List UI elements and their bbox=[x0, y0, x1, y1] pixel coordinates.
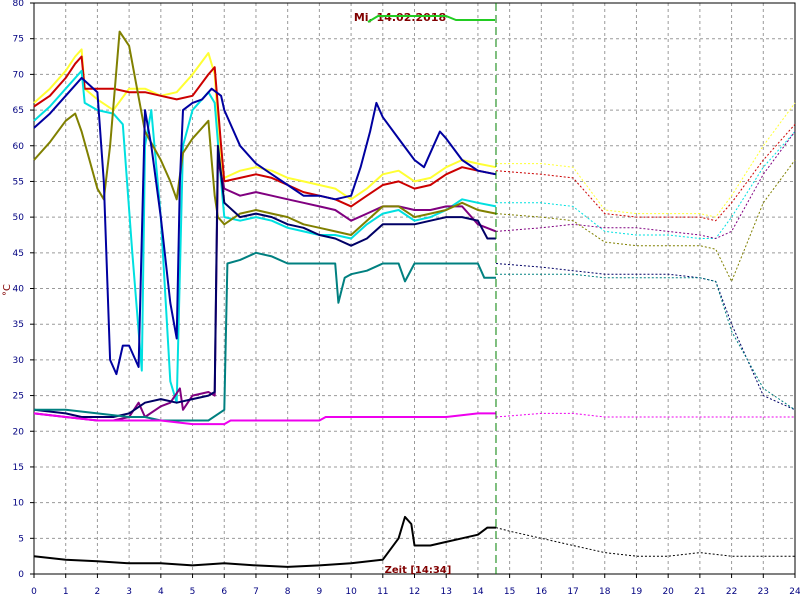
time-label: Zeit [14:34] bbox=[385, 565, 452, 576]
x-tick-label: 11 bbox=[377, 587, 388, 597]
x-tick-label: 24 bbox=[789, 587, 800, 597]
y-tick-label: 80 bbox=[13, 0, 25, 9]
y-tick-label: 75 bbox=[13, 35, 24, 45]
x-tick-label: 15 bbox=[504, 587, 515, 597]
y-tick-label: 5 bbox=[18, 534, 24, 544]
x-tick-label: 18 bbox=[599, 587, 611, 597]
x-tick-label: 0 bbox=[31, 587, 37, 597]
y-axis-label: °C bbox=[2, 284, 13, 296]
x-tick-label: 21 bbox=[694, 587, 705, 597]
x-tick-label: 4 bbox=[158, 587, 164, 597]
x-tick-label: 3 bbox=[126, 587, 132, 597]
x-tick-label: 13 bbox=[440, 587, 451, 597]
y-tick-label: 30 bbox=[13, 356, 25, 366]
x-tick-label: 23 bbox=[758, 587, 769, 597]
y-tick-label: 25 bbox=[13, 392, 24, 402]
y-tick-label: 65 bbox=[13, 106, 24, 116]
x-tick-label: 10 bbox=[345, 587, 357, 597]
y-tick-label: 10 bbox=[13, 499, 25, 509]
x-tick-label: 22 bbox=[726, 587, 737, 597]
y-tick-label: 20 bbox=[13, 427, 25, 437]
x-tick-label: 9 bbox=[317, 587, 323, 597]
chart-root: 0 1 2 3 4 5 6 7 8 9 10 11 12 13 14 15 16 17 18 19 20 21 22 23 24… bbox=[0, 0, 800, 600]
x-tick-label: 14 bbox=[472, 587, 484, 597]
y-tick-label: 70 bbox=[13, 70, 25, 80]
x-tick-label: 5 bbox=[190, 587, 196, 597]
x-tick-label: 16 bbox=[536, 587, 548, 597]
y-tick-label: 60 bbox=[13, 142, 25, 152]
y-tick-label: 45 bbox=[13, 249, 24, 259]
y-tick-label: 35 bbox=[13, 320, 24, 330]
x-tick-label: 6 bbox=[221, 587, 227, 597]
x-tick-label: 7 bbox=[253, 587, 259, 597]
date-label: Mi, 14.02.2018 bbox=[354, 11, 446, 24]
y-tick-label: 50 bbox=[13, 213, 25, 223]
x-tick-label: 1 bbox=[63, 587, 69, 597]
x-tick-label: 19 bbox=[631, 587, 643, 597]
temperature-chart: 0 1 2 3 4 5 6 7 8 9 10 11 12 13 14 15 16 17 18 19 20 21 22 23 24… bbox=[0, 0, 800, 600]
y-tick-label: 0 bbox=[18, 570, 24, 580]
y-tick-label: 55 bbox=[13, 177, 24, 187]
x-tick-label: 20 bbox=[662, 587, 674, 597]
x-tick-label: 17 bbox=[567, 587, 578, 597]
x-tick-label: 12 bbox=[409, 587, 420, 597]
x-tick-label: 2 bbox=[95, 587, 101, 597]
x-tick-label: 8 bbox=[285, 587, 291, 597]
y-tick-label: 40 bbox=[13, 285, 25, 295]
y-tick-label: 15 bbox=[13, 463, 24, 473]
